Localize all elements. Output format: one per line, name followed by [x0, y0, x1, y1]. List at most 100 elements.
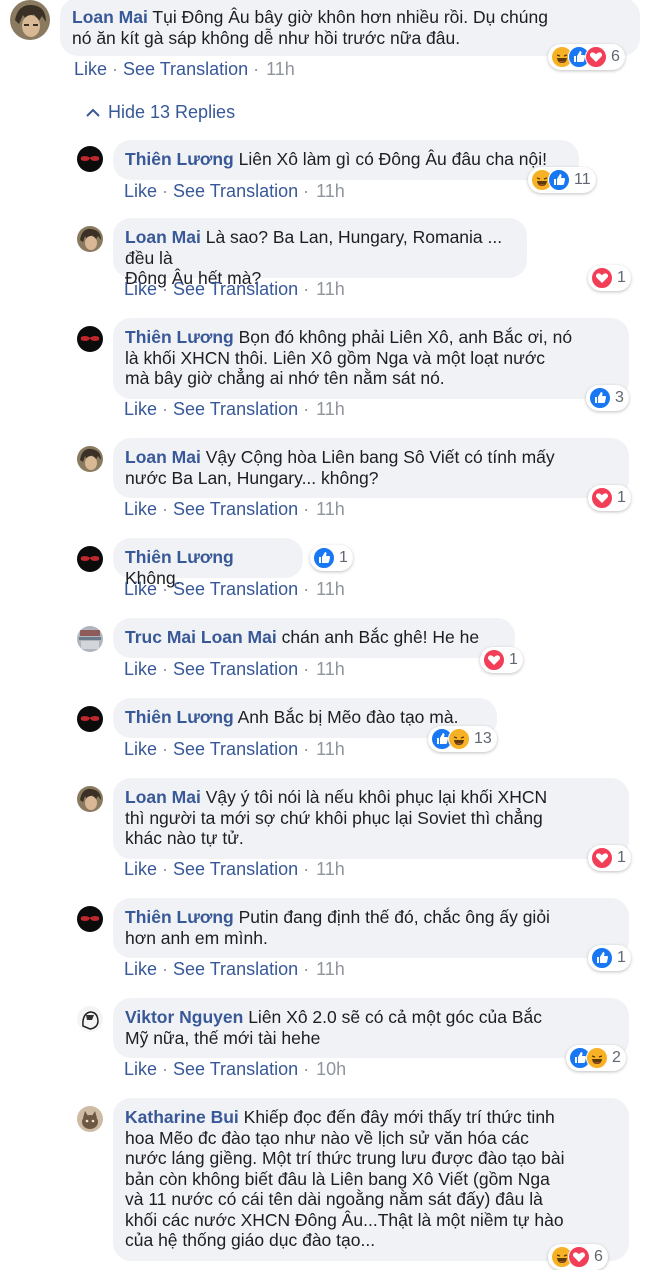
avatar[interactable] [77, 146, 103, 172]
comment-author[interactable]: Loan Mai [72, 7, 148, 27]
see-translation-link[interactable]: See Translation [173, 659, 298, 679]
see-translation-link[interactable]: See Translation [173, 739, 298, 759]
love-icon [591, 847, 613, 869]
reply-author[interactable]: Truc Mai [125, 627, 196, 647]
reply-author[interactable]: Loan Mai [125, 447, 201, 467]
reply-text: Liên Xô 2.0 sẽ có cả một góc của Bắc [248, 1007, 542, 1027]
timestamp[interactable]: 10h [316, 1059, 346, 1079]
reply-author[interactable]: Thiên Lương [125, 547, 234, 567]
avatar[interactable] [77, 706, 103, 732]
reaction-summary[interactable]: 13 [428, 726, 497, 752]
reaction-summary[interactable]: 1 [310, 545, 353, 571]
reply-actions: Like · See Translation · 11h [124, 859, 345, 879]
reply-actions: Like · See Translation · 11h [124, 279, 345, 299]
see-translation-link[interactable]: See Translation [173, 1059, 298, 1079]
like-icon [548, 169, 570, 191]
avatar[interactable] [77, 1006, 103, 1032]
comment-text: Tụi Đông Âu bây giờ khôn hơn nhiều rồi. … [152, 7, 548, 27]
timestamp[interactable]: 11h [316, 579, 345, 599]
timestamp[interactable]: 11h [316, 959, 345, 979]
reply-author[interactable]: Thiên Lương [125, 327, 234, 347]
reply-text: Vậy ý tôi nói là nếu khôi phục lại khối … [205, 787, 548, 807]
reply-text: và 11 nước có cái tên dài ngoằng nằm sát… [125, 1189, 543, 1209]
reply-bubble: Katharine Bui Khiếp đọc đến đây mới thấy… [113, 1098, 629, 1261]
avatar[interactable] [77, 786, 103, 812]
timestamp[interactable]: 11h [316, 659, 345, 679]
like-link[interactable]: Like [124, 1059, 157, 1079]
reaction-summary[interactable]: 1 [588, 845, 631, 871]
haha-icon [448, 728, 470, 750]
reaction-count: 6 [611, 48, 620, 65]
reaction-summary[interactable]: 11 [528, 167, 596, 193]
timestamp[interactable]: 11h [316, 499, 345, 519]
timestamp[interactable]: 11h [316, 181, 345, 201]
see-translation-link[interactable]: See Translation [173, 499, 298, 519]
see-translation-link[interactable]: See Translation [173, 959, 298, 979]
avatar[interactable] [77, 626, 103, 652]
reply-author[interactable]: Loan Mai [125, 787, 201, 807]
like-icon [313, 547, 335, 569]
haha-icon [586, 1047, 608, 1069]
avatar[interactable] [10, 0, 50, 40]
reply-text: khối các nước XHCN Đông Âu...Thật là một… [125, 1209, 564, 1230]
reply-author[interactable]: Katharine Bui [125, 1107, 239, 1127]
reply-author[interactable]: Thiên Lương [125, 149, 234, 169]
like-link[interactable]: Like [124, 181, 157, 201]
like-link[interactable]: Like [124, 859, 157, 879]
reaction-summary[interactable]: 2 [566, 1045, 626, 1071]
avatar[interactable] [77, 1106, 103, 1132]
reaction-summary[interactable]: 3 [586, 385, 629, 411]
reaction-summary[interactable]: 1 [588, 485, 631, 511]
avatar[interactable] [77, 546, 103, 572]
like-link[interactable]: Like [124, 499, 157, 519]
like-link[interactable]: Like [124, 659, 157, 679]
mention-link[interactable]: Loan Mai [201, 627, 277, 647]
like-link[interactable]: Like [124, 959, 157, 979]
reply-author[interactable]: Thiên Lương [125, 707, 234, 727]
hide-replies-link[interactable]: Hide 13 Replies [86, 100, 235, 124]
see-translation-link[interactable]: See Translation [173, 579, 298, 599]
reaction-count: 3 [615, 389, 624, 406]
reaction-summary[interactable]: 1 [588, 265, 631, 291]
reply-text: bản còn không biết đâu là Liên bang Xô V… [125, 1168, 550, 1189]
see-translation-link[interactable]: See Translation [123, 59, 248, 79]
timestamp[interactable]: 11h [316, 739, 345, 759]
comment-actions: Like · See Translation · 11h [74, 59, 295, 79]
reaction-summary[interactable]: 6 [548, 44, 625, 70]
timestamp[interactable]: 11h [266, 59, 295, 79]
avatar[interactable] [77, 226, 103, 252]
see-translation-link[interactable]: See Translation [173, 279, 298, 299]
reply-author[interactable]: Loan Mai [125, 227, 201, 247]
hide-replies-label: Hide 13 Replies [108, 102, 236, 122]
like-link[interactable]: Like [124, 579, 157, 599]
reply-text: mà bây giờ chẳng ai nhớ tên nằm sát nó. [125, 368, 445, 388]
reply-bubble: Loan Mai Vậy ý tôi nói là nếu khôi phục … [113, 778, 629, 859]
timestamp[interactable]: 11h [316, 399, 345, 419]
see-translation-link[interactable]: See Translation [173, 181, 298, 201]
reaction-summary[interactable]: 1 [588, 945, 631, 971]
reply-author[interactable]: Viktor Nguyen [125, 1007, 243, 1027]
avatar[interactable] [77, 326, 103, 352]
reply-text: Bọn đó không phải Liên Xô, anh Bắc ơi, n… [238, 327, 573, 347]
see-translation-link[interactable]: See Translation [173, 399, 298, 419]
see-translation-link[interactable]: See Translation [173, 859, 298, 879]
avatar[interactable] [77, 446, 103, 472]
reaction-count: 2 [612, 1049, 621, 1066]
reply-text: Putin đang định thế đó, chắc ông ấy giỏi [238, 907, 550, 927]
like-link[interactable]: Like [124, 399, 157, 419]
reaction-count: 13 [474, 730, 492, 747]
like-link[interactable]: Like [74, 59, 107, 79]
like-link[interactable]: Like [124, 739, 157, 759]
chevron-up-icon [86, 108, 100, 117]
reaction-summary[interactable]: 6 [548, 1244, 608, 1270]
reply-actions: Like · See Translation · 11h [124, 499, 345, 519]
reply-author[interactable]: Thiên Lương [125, 907, 234, 927]
reaction-summary[interactable]: 1 [480, 647, 523, 673]
like-link[interactable]: Like [124, 279, 157, 299]
timestamp[interactable]: 11h [316, 859, 345, 879]
like-icon [591, 947, 613, 969]
reply-text: Khiếp đọc đến đây mới thấy trí thức tinh [243, 1107, 555, 1127]
avatar[interactable] [77, 906, 103, 932]
timestamp[interactable]: 11h [316, 279, 345, 299]
reply-text: Anh Bắc bị Mẽo đào tạo mà. [237, 707, 459, 727]
